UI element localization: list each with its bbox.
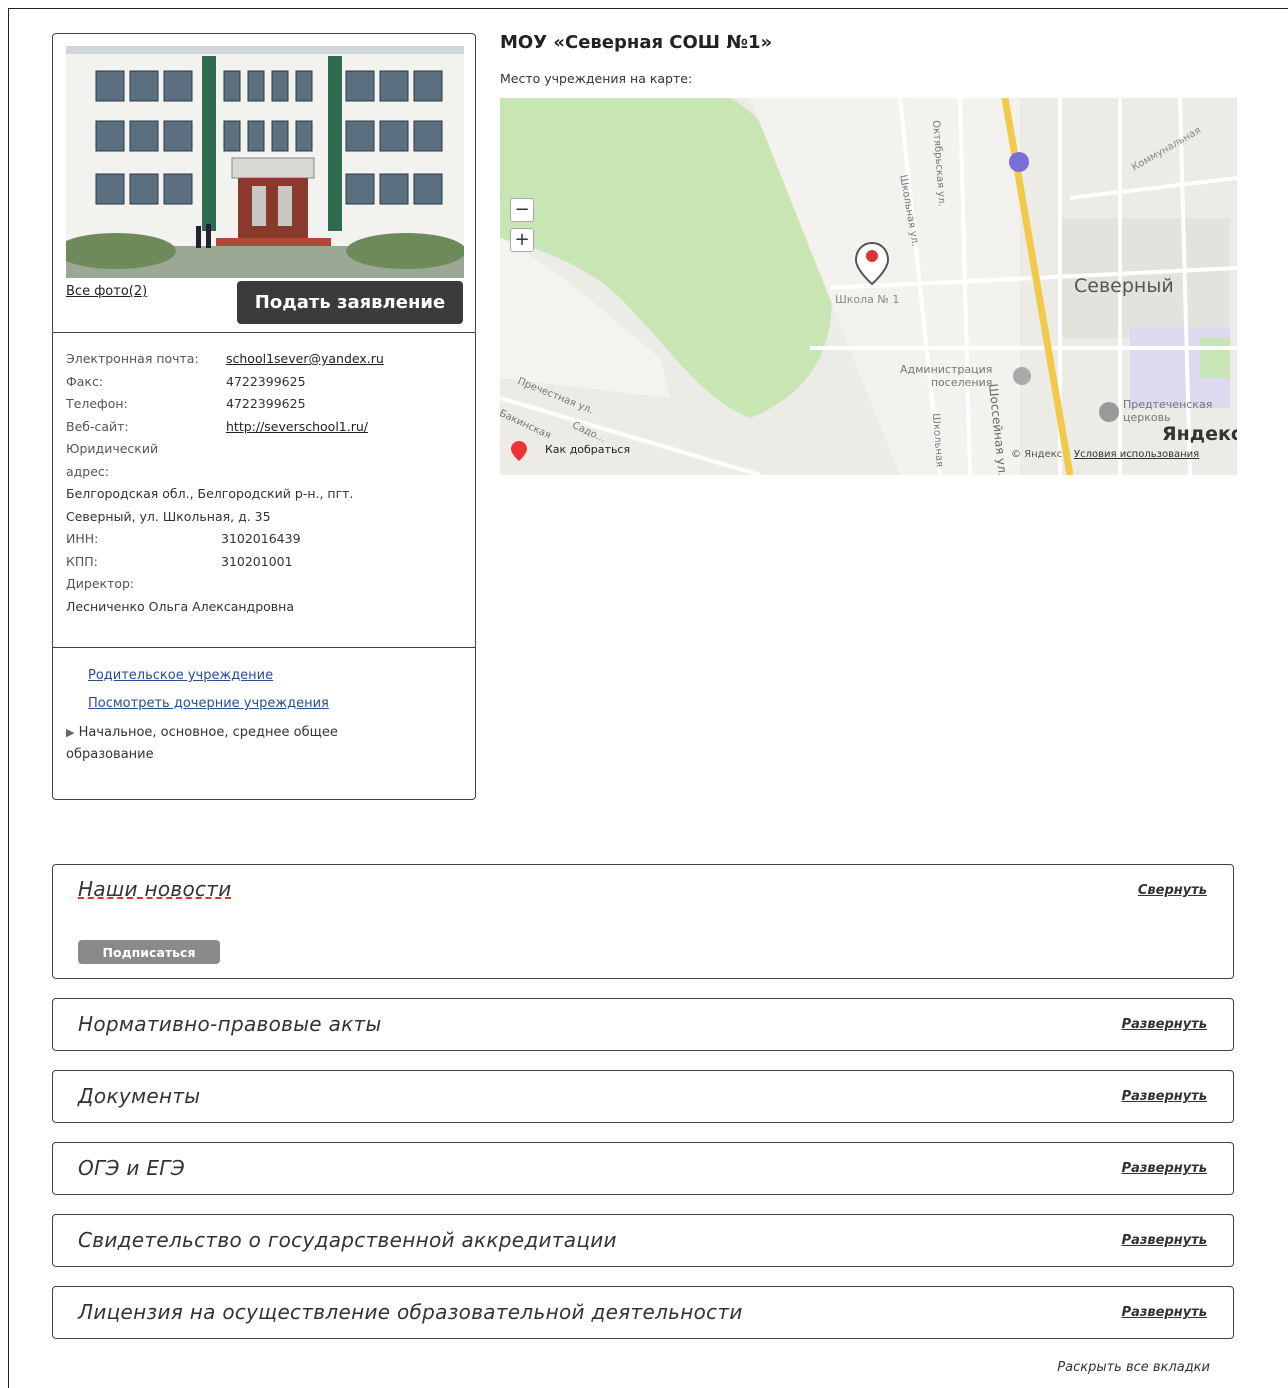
map-place-label: Северный bbox=[1074, 275, 1174, 297]
divider bbox=[53, 332, 475, 333]
child-institutions-link[interactable]: Посмотреть дочерние учреждения bbox=[88, 690, 461, 718]
phone-value: 4722399625 bbox=[226, 396, 306, 411]
panel-title-regulations[interactable]: Нормативно-правовые акты bbox=[78, 1012, 382, 1036]
website-link[interactable]: http://severschool1.ru/ bbox=[226, 416, 368, 439]
subscribe-button[interactable]: Подписаться bbox=[78, 940, 220, 964]
education-category[interactable]: ▶ Начальное, основное, среднее общее обр… bbox=[66, 722, 461, 766]
map-copyright: © Яндекс bbox=[1011, 449, 1063, 460]
expand-toggle[interactable]: Развернуть bbox=[1122, 1017, 1207, 1032]
yandex-map[interactable]: Северный Школа № 1 Администрация поселени… bbox=[500, 98, 1237, 475]
panel-regulations: Нормативно-правовые акты Развернуть bbox=[52, 998, 1234, 1051]
map-zoom-in-button[interactable]: + bbox=[510, 228, 534, 252]
kpp-value: 310201001 bbox=[221, 553, 293, 569]
school-marker-label: Школа № 1 bbox=[835, 293, 900, 306]
expand-toggle[interactable]: Развернуть bbox=[1122, 1305, 1207, 1320]
inn-label: ИНН: bbox=[66, 531, 99, 546]
triangle-right-icon: ▶ bbox=[66, 726, 75, 739]
contact-details: Электронная почта: school1sever@yandex.ru… bbox=[66, 348, 461, 618]
expand-toggle[interactable]: Развернуть bbox=[1122, 1233, 1207, 1248]
collapse-toggle[interactable]: Свернуть bbox=[1138, 883, 1207, 898]
panel-accreditation: Свидетельство о государственной аккредит… bbox=[52, 1214, 1234, 1267]
panel-title-documents[interactable]: Документы bbox=[78, 1084, 200, 1108]
email-link[interactable]: school1sever@yandex.ru bbox=[226, 348, 384, 371]
school-building-image bbox=[66, 46, 464, 278]
panel-documents: Документы Развернуть bbox=[52, 1070, 1234, 1123]
legal-address-label: Юридический bbox=[66, 441, 159, 456]
kpp-label: КПП: bbox=[66, 553, 98, 569]
phone-label: Телефон: bbox=[66, 396, 128, 411]
yandex-logo[interactable]: Яндекс bbox=[1162, 423, 1237, 445]
fax-label: Факс: bbox=[66, 373, 104, 389]
category-line-2: образование bbox=[66, 747, 154, 762]
divider bbox=[53, 647, 475, 648]
fax-value: 4722399625 bbox=[226, 373, 306, 389]
expand-toggle[interactable]: Развернуть bbox=[1122, 1089, 1207, 1104]
legal-address-label-2: адрес: bbox=[66, 463, 110, 479]
institution-links: Родительское учреждение Посмотреть дочер… bbox=[66, 662, 461, 766]
panel-news: Наши новости Свернуть Подписаться bbox=[52, 864, 1234, 979]
page-title: МОУ «Северная СОШ №1» bbox=[500, 32, 773, 53]
panel-exams: ОГЭ и ЕГЭ Развернуть bbox=[52, 1142, 1234, 1195]
map-label: Место учреждения на карте: bbox=[500, 71, 693, 86]
panel-license: Лицензия на осуществление образовательно… bbox=[52, 1286, 1234, 1339]
admin-label: Администрация поселения bbox=[900, 363, 993, 389]
expand-toggle[interactable]: Развернуть bbox=[1122, 1161, 1207, 1176]
inn-value: 3102016439 bbox=[221, 531, 301, 546]
category-line-1: Начальное, основное, среднее общее bbox=[78, 725, 338, 740]
directions-link[interactable]: Как добраться bbox=[545, 443, 630, 456]
website-label: Веб-сайт: bbox=[66, 418, 129, 434]
map-terms-link[interactable]: Условия использования bbox=[1074, 449, 1199, 460]
school-photo[interactable] bbox=[66, 46, 464, 278]
parent-institution-link[interactable]: Родительское учреждение bbox=[88, 662, 461, 690]
panel-title-accreditation[interactable]: Свидетельство о государственной аккредит… bbox=[78, 1228, 617, 1252]
director-name: Лесниченко Ольга Александровна bbox=[66, 598, 294, 614]
school-info-card: Все фото(2) Подать заявление Электронная… bbox=[52, 33, 476, 800]
panel-title-license[interactable]: Лицензия на осуществление образовательно… bbox=[78, 1300, 743, 1324]
panel-title-news[interactable]: Наши новости bbox=[78, 877, 232, 901]
submit-application-button[interactable]: Подать заявление bbox=[237, 281, 463, 324]
church-label: Предтеченская церковь bbox=[1123, 398, 1213, 424]
address-line-2: Северный, ул. Школьная, д. 35 bbox=[66, 508, 271, 524]
address-line-1: Белгородская обл., Белгородский р-н., пг… bbox=[66, 486, 354, 501]
panel-title-exams[interactable]: ОГЭ и ЕГЭ bbox=[78, 1156, 185, 1180]
expand-all-link[interactable]: Раскрыть все вкладки bbox=[1057, 1360, 1210, 1375]
all-photos-link[interactable]: Все фото(2) bbox=[66, 284, 147, 299]
map-zoom-out-button[interactable]: − bbox=[510, 198, 534, 222]
director-label: Директор: bbox=[66, 576, 135, 591]
email-label: Электронная почта: bbox=[66, 351, 199, 366]
